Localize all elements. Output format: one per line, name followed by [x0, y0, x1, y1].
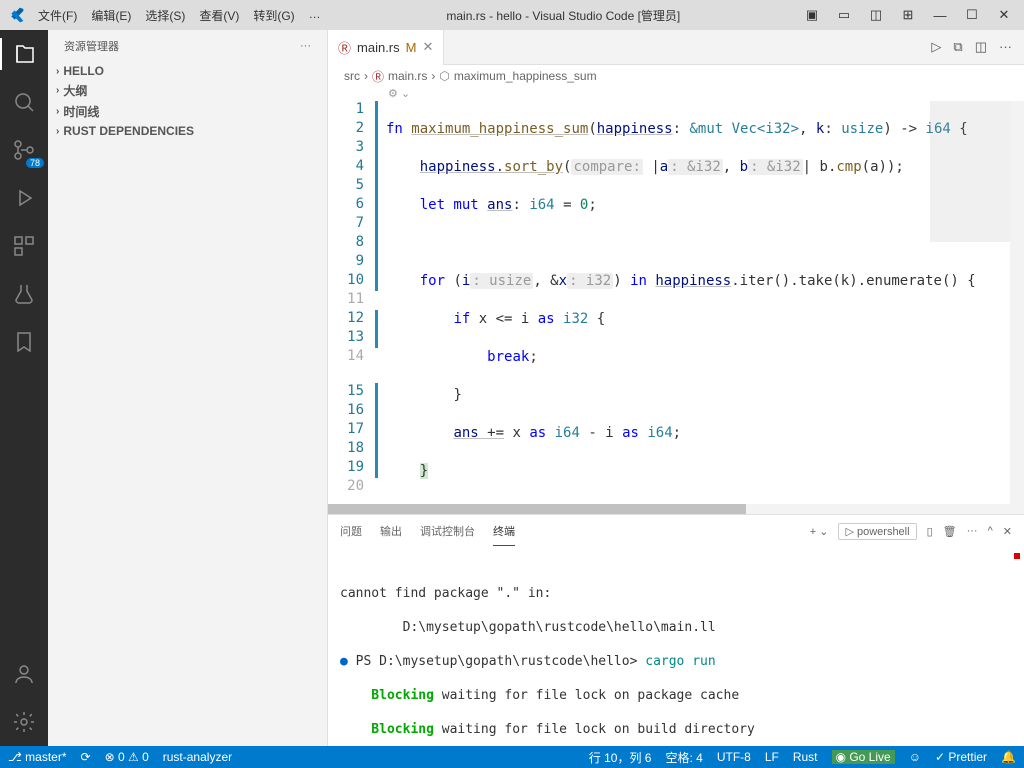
gutter: 1234567891011121314151617181920	[328, 101, 386, 504]
sidebar-section-outline[interactable]: ›大纲	[48, 80, 327, 101]
panel-tab-terminal[interactable]: 终端	[493, 517, 515, 546]
menu-go[interactable]: 转到(G)	[247, 5, 300, 26]
tab-modified-indicator: M	[406, 40, 417, 55]
layout-customize-icon[interactable]: ⊞	[896, 7, 920, 23]
menu-edit[interactable]: 编辑(E)	[85, 5, 137, 26]
extensions-icon[interactable]	[0, 230, 48, 262]
search-icon[interactable]	[0, 86, 48, 118]
status-language[interactable]: Rust	[793, 750, 818, 764]
settings-icon[interactable]	[0, 706, 48, 738]
sidebar-section-hello[interactable]: ›HELLO	[48, 62, 327, 80]
tab-label: main.rs	[357, 40, 400, 55]
window-title: main.rs - hello - Visual Studio Code [管理…	[327, 7, 800, 24]
split-editor-icon[interactable]: ◫	[975, 39, 987, 55]
panel-more-icon[interactable]: ···	[967, 525, 978, 537]
menu-selection[interactable]: 选择(S)	[139, 5, 191, 26]
status-sync-icon[interactable]: ⟳	[81, 750, 91, 764]
minimize-icon[interactable]: —	[928, 8, 952, 23]
layout-sidebar-right-icon[interactable]: ◫	[864, 7, 888, 23]
source-control-icon[interactable]: 78	[0, 134, 48, 166]
breadcrumb[interactable]: src › Ⓡ main.rs › ⬡ maximum_happiness_su…	[328, 65, 1024, 87]
panel-close-icon[interactable]: ✕	[1003, 525, 1012, 538]
vertical-scrollbar[interactable]	[1010, 101, 1024, 504]
panel-tab-debug-console[interactable]: 调试控制台	[420, 517, 475, 545]
panel-maximize-icon[interactable]: ^	[988, 525, 993, 537]
sidebar-header: 资源管理器 ···	[48, 30, 327, 62]
panel-tabs: 问题 输出 调试控制台 终端 + ⌄ ▷ powershell ▯ 🗑 ··· …	[328, 515, 1024, 547]
minimap[interactable]	[930, 101, 1010, 504]
layout-sidebar-icon[interactable]: ▣	[800, 7, 824, 23]
horizontal-scrollbar[interactable]	[328, 504, 1024, 514]
status-encoding[interactable]: UTF-8	[717, 750, 751, 764]
sidebar-section-timeline[interactable]: ›时间线	[48, 101, 327, 122]
code-lens-top[interactable]: ⚙ ⌄	[328, 87, 1024, 101]
status-eol[interactable]: LF	[765, 750, 779, 764]
editor-tabs: Ⓡ main.rs M ✕ ▷ ⧉ ◫ ···	[328, 30, 1024, 65]
code-content[interactable]: fn maximum_happiness_sum(happiness: &mut…	[386, 101, 1024, 504]
kill-terminal-icon[interactable]: 🗑	[943, 525, 957, 538]
menu-bar: 文件(F) 编辑(E) 选择(S) 查看(V) 转到(G) …	[32, 5, 327, 26]
terminal-scroll-indicator	[1014, 553, 1020, 559]
status-problems[interactable]: ⊗ 0 ⚠ 0	[105, 750, 149, 764]
run-icon[interactable]: ▷	[931, 39, 941, 55]
terminal[interactable]: cannot find package "." in: D:\mysetup\g…	[328, 547, 1024, 746]
panel: 问题 输出 调试控制台 终端 + ⌄ ▷ powershell ▯ 🗑 ··· …	[328, 514, 1024, 746]
debug-icon[interactable]	[0, 182, 48, 214]
titlebar: 文件(F) 编辑(E) 选择(S) 查看(V) 转到(G) … main.rs …	[0, 0, 1024, 30]
editor-area: Ⓡ main.rs M ✕ ▷ ⧉ ◫ ··· src › Ⓡ main.rs …	[328, 30, 1024, 746]
activity-bar: 78	[0, 30, 48, 746]
split-terminal-icon[interactable]: ▯	[927, 525, 933, 538]
rust-file-icon: Ⓡ	[338, 38, 351, 57]
status-rust-analyzer[interactable]: rust-analyzer	[163, 750, 232, 764]
sidebar-title: 资源管理器	[64, 38, 119, 54]
maximize-icon[interactable]: ☐	[960, 7, 984, 23]
sidebar-more-icon[interactable]: ···	[300, 40, 311, 52]
status-prettier[interactable]: ✓ Prettier	[935, 750, 987, 764]
status-indentation[interactable]: 空格: 4	[665, 749, 702, 766]
menu-more[interactable]: …	[303, 5, 327, 26]
statusbar: ⎇ master* ⟳ ⊗ 0 ⚠ 0 rust-analyzer 行 10，列…	[0, 746, 1024, 768]
account-icon[interactable]	[0, 658, 48, 690]
testing-icon[interactable]	[0, 278, 48, 310]
status-position[interactable]: 行 10，列 6	[589, 749, 652, 766]
tab-main-rs[interactable]: Ⓡ main.rs M ✕	[328, 30, 444, 65]
terminal-shell-label[interactable]: ▷ powershell	[838, 523, 916, 540]
menu-file[interactable]: 文件(F)	[32, 5, 83, 26]
status-feedback-icon[interactable]: ☺	[909, 750, 921, 764]
new-terminal-icon[interactable]: + ⌄	[810, 525, 829, 538]
panel-tab-output[interactable]: 输出	[380, 517, 402, 545]
layout-panel-icon[interactable]: ▭	[832, 7, 856, 23]
panel-tab-problems[interactable]: 问题	[340, 517, 362, 545]
editor-more-icon[interactable]: ···	[999, 39, 1012, 55]
scm-badge: 78	[26, 158, 44, 168]
status-go-live[interactable]: ◉ Go Live	[832, 750, 895, 764]
explorer-icon[interactable]	[0, 38, 48, 70]
bookmarks-icon[interactable]	[0, 326, 48, 358]
menu-view[interactable]: 查看(V)	[193, 5, 245, 26]
sidebar-section-rust-deps[interactable]: ›RUST DEPENDENCIES	[48, 122, 327, 140]
close-icon[interactable]: ✕	[992, 7, 1016, 23]
sidebar: 资源管理器 ··· ›HELLO ›大纲 ›时间线 ›RUST DEPENDEN…	[48, 30, 328, 746]
vscode-icon	[8, 7, 24, 23]
status-branch[interactable]: ⎇ master*	[8, 750, 67, 764]
status-bell-icon[interactable]: 🔔	[1001, 750, 1016, 764]
layout-controls: ▣ ▭ ◫ ⊞ — ☐ ✕	[800, 7, 1016, 23]
code-editor[interactable]: 1234567891011121314151617181920 fn maxim…	[328, 101, 1024, 504]
debug-alt-icon[interactable]: ⧉	[953, 39, 962, 55]
tab-close-icon[interactable]: ✕	[422, 39, 433, 55]
